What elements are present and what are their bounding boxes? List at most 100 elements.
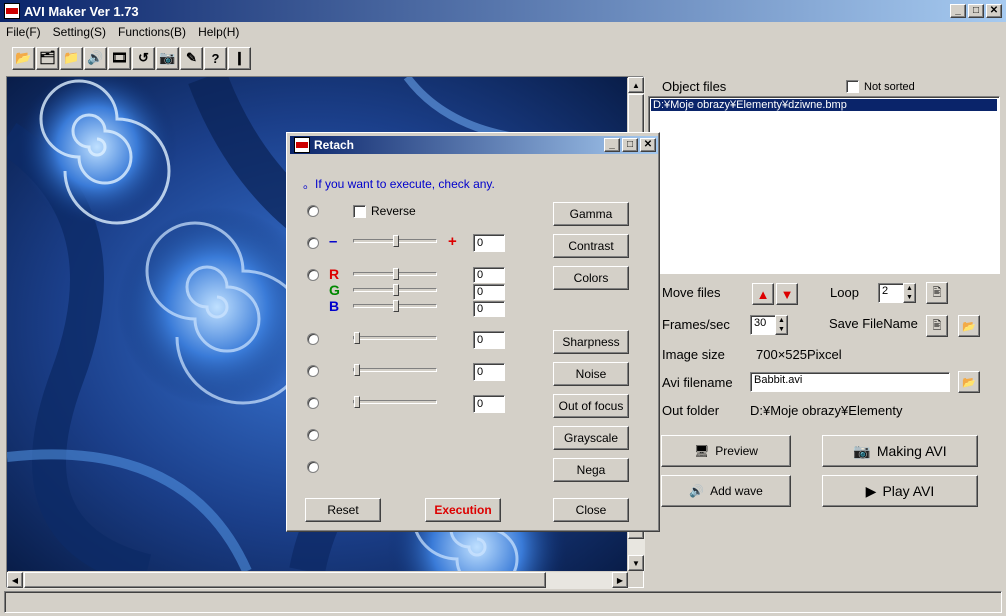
file-list-item[interactable]: D:¥Moje obrazy¥Elementy¥dziwne.bmp xyxy=(651,99,997,111)
noise-slider[interactable] xyxy=(353,364,437,376)
menu-setting[interactable]: Setting(S) xyxy=(47,25,112,39)
not-sorted-option[interactable]: Not sorted xyxy=(846,80,915,93)
reverse-checkbox[interactable] xyxy=(353,204,366,218)
grayscale-button[interactable]: Grayscale xyxy=(553,426,629,450)
save-filename-button[interactable]: 🖹 xyxy=(926,315,948,337)
contrast-slider[interactable] xyxy=(353,235,437,247)
sharpness-slider-knob[interactable] xyxy=(354,332,360,344)
horizontal-scrollbar[interactable]: ◀ ▶ xyxy=(7,572,628,589)
sharpness-button[interactable]: Sharpness xyxy=(553,330,629,354)
loop-stepper[interactable]: ▲ ▼ xyxy=(903,283,916,303)
add-wave-button[interactable]: 🔊 Add wave xyxy=(661,475,791,507)
menu-help[interactable]: Help(H) xyxy=(192,25,245,39)
toolbar-button-folder[interactable]: 📁 xyxy=(60,46,83,70)
play-avi-button[interactable]: ▶ Play AVI xyxy=(822,475,978,507)
save-filename-label: Save FileName xyxy=(829,316,918,331)
focus-value[interactable]: 0 xyxy=(473,395,505,413)
toolbar-button-camera[interactable]: 📷 xyxy=(156,46,179,70)
toolbar-button-open-folder[interactable]: 📂 xyxy=(12,46,35,70)
radio-contrast[interactable] xyxy=(307,237,319,249)
dialog-minimize-button[interactable]: _ xyxy=(604,138,620,152)
right-panel: Object files Not sorted D:¥Moje obrazy¥E… xyxy=(648,76,1004,588)
sharpness-value[interactable]: 0 xyxy=(473,331,505,349)
dialog-close-x-button[interactable]: ✕ xyxy=(640,138,656,152)
toolbar-button-open-folders[interactable]: 🗂 xyxy=(36,46,59,70)
move-down-button[interactable]: ▼ xyxy=(776,283,798,305)
close-button[interactable]: Close xyxy=(553,498,629,522)
scroll-right-icon[interactable]: ▶ xyxy=(612,572,628,588)
contrast-value[interactable]: 0 xyxy=(473,234,505,252)
radio-nega[interactable] xyxy=(307,461,319,473)
focus-slider-knob[interactable] xyxy=(354,396,360,408)
stepper-up-icon[interactable]: ▲ xyxy=(904,284,915,293)
toolbar-button-sound[interactable]: 🔊 xyxy=(84,46,107,70)
colors-button[interactable]: Colors xyxy=(553,266,629,290)
exit-icon: ❙ xyxy=(234,50,245,65)
blue-value[interactable]: 0 xyxy=(473,301,505,317)
toolbar-button-film[interactable]: 🎞 xyxy=(108,46,131,70)
maximize-button[interactable]: □ xyxy=(968,4,984,18)
not-sorted-checkbox[interactable] xyxy=(846,80,859,93)
save-folder-button[interactable]: 📂 xyxy=(958,315,980,337)
contrast-slider-knob[interactable] xyxy=(393,235,399,247)
menu-file[interactable]: File(F) xyxy=(0,25,47,39)
open-folder-icon: 📂 xyxy=(15,50,32,65)
toolbar-button-retach[interactable]: ↺ xyxy=(132,46,155,70)
reset-button[interactable]: Reset xyxy=(305,498,381,522)
avi-filename-input[interactable]: Babbit.avi xyxy=(750,372,950,392)
stepper-down-icon[interactable]: ▼ xyxy=(904,293,915,302)
dialog-maximize-button[interactable]: □ xyxy=(622,138,638,152)
sharpness-slider[interactable] xyxy=(353,332,437,344)
radio-gamma[interactable] xyxy=(307,205,319,217)
focus-slider[interactable] xyxy=(353,396,437,408)
blue-slider[interactable] xyxy=(353,300,437,312)
gamma-button[interactable]: Gamma xyxy=(553,202,629,226)
menu-functions[interactable]: Functions(B) xyxy=(112,25,192,39)
scroll-down-icon[interactable]: ▼ xyxy=(628,555,644,571)
green-value[interactable]: 0 xyxy=(473,284,505,300)
red-slider-knob[interactable] xyxy=(393,268,399,280)
toolbar-button-edit[interactable]: ✎ xyxy=(180,46,203,70)
radio-grayscale[interactable] xyxy=(307,429,319,441)
play-icon: ▶ xyxy=(865,482,877,499)
green-slider[interactable] xyxy=(353,284,437,296)
move-up-button[interactable]: ▲ xyxy=(752,283,774,305)
object-files-list[interactable]: D:¥Moje obrazy¥Elementy¥dziwne.bmp xyxy=(648,96,1000,274)
avi-folder-button[interactable]: 📂 xyxy=(958,371,980,393)
noise-slider-knob[interactable] xyxy=(354,364,360,376)
blue-slider-knob[interactable] xyxy=(393,300,399,312)
reverse-option[interactable]: Reverse xyxy=(353,204,416,218)
contrast-button[interactable]: Contrast xyxy=(553,234,629,258)
stepper-up-icon[interactable]: ▲ xyxy=(776,316,787,325)
minimize-button[interactable]: _ xyxy=(950,4,966,18)
red-value[interactable]: 0 xyxy=(473,267,505,283)
noise-button[interactable]: Noise xyxy=(553,362,629,386)
contrast-minus: – xyxy=(329,233,338,250)
making-avi-button[interactable]: 📷 Making AVI xyxy=(822,435,978,467)
loop-action-button[interactable]: 🖹 xyxy=(926,282,948,304)
red-slider[interactable] xyxy=(353,268,437,280)
scroll-up-icon[interactable]: ▲ xyxy=(628,77,644,93)
toolbar-button-help[interactable]: ? xyxy=(204,46,227,70)
noise-value[interactable]: 0 xyxy=(473,363,505,381)
close-window-button[interactable]: ✕ xyxy=(986,4,1002,18)
image-size-label: Image size xyxy=(662,347,725,362)
preview-button[interactable]: 🖥 Preview xyxy=(661,435,791,467)
scroll-left-icon[interactable]: ◀ xyxy=(7,572,23,588)
frames-stepper[interactable]: ▲ ▼ xyxy=(775,315,788,335)
loop-input[interactable]: 2 xyxy=(878,283,904,303)
out-of-focus-button[interactable]: Out of focus xyxy=(553,394,629,418)
dialog-titlebar: Retach _ □ ✕ xyxy=(290,136,658,154)
radio-colors[interactable] xyxy=(307,269,319,281)
radio-sharpness[interactable] xyxy=(307,333,319,345)
radio-out-of-focus[interactable] xyxy=(307,397,319,409)
frames-input[interactable]: 30 xyxy=(750,315,776,335)
execution-button[interactable]: Execution xyxy=(425,498,501,522)
radio-noise[interactable] xyxy=(307,365,319,377)
contrast-plus: + xyxy=(448,233,457,250)
nega-button[interactable]: Nega xyxy=(553,458,629,482)
horizontal-scroll-thumb[interactable] xyxy=(24,572,546,588)
toolbar-button-exit[interactable]: ❙ xyxy=(228,46,251,70)
stepper-down-icon[interactable]: ▼ xyxy=(776,325,787,334)
green-slider-knob[interactable] xyxy=(393,284,399,296)
